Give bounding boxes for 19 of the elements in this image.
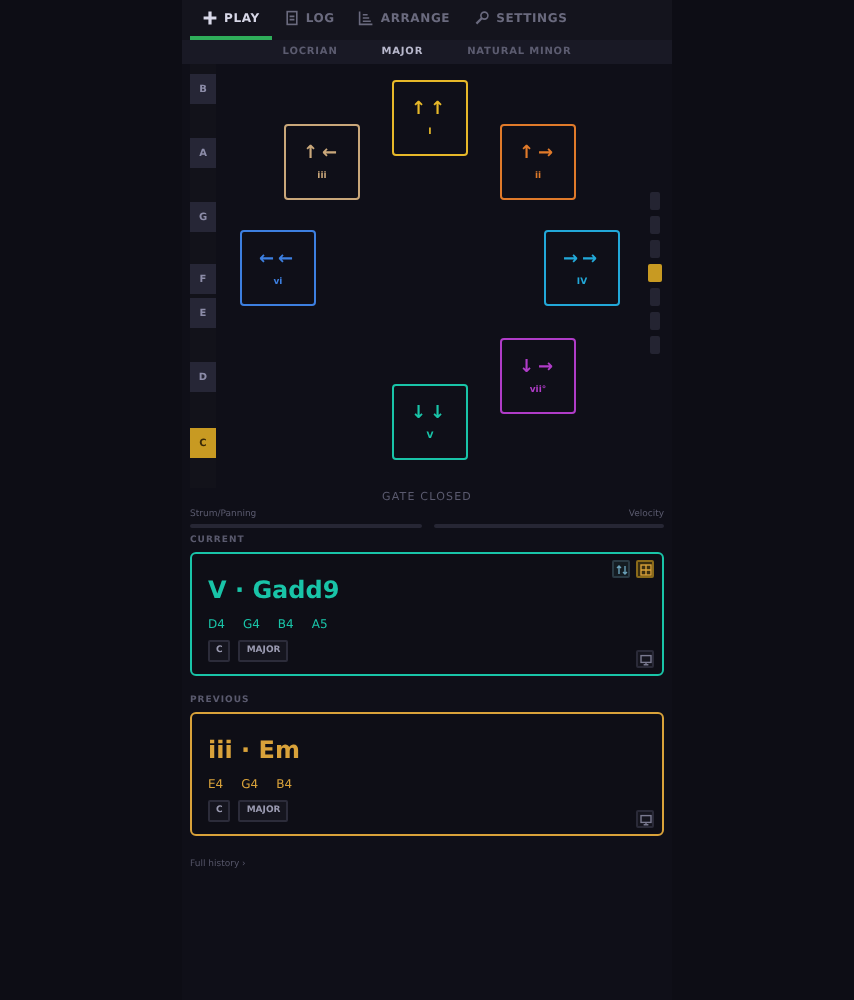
octave-segment[interactable]: [650, 192, 660, 210]
octave-segment[interactable]: [650, 336, 660, 354]
display-button[interactable]: [636, 810, 654, 828]
octave-segment[interactable]: [648, 264, 662, 282]
grid-icon: [639, 563, 651, 575]
octave-segment[interactable]: [650, 288, 660, 306]
monitor-icon: [639, 653, 651, 665]
octave-segment[interactable]: [650, 240, 660, 258]
swap-button[interactable]: [612, 560, 630, 578]
document-icon: [283, 10, 300, 26]
chord-title: iii · Em: [208, 736, 300, 764]
chord-title: V · Gadd9: [208, 576, 340, 604]
octave-segment[interactable]: [650, 312, 660, 330]
monitor-icon: [639, 813, 651, 825]
octave-segment[interactable]: [650, 216, 660, 234]
grid-button[interactable]: [636, 560, 654, 578]
swap-icon: [615, 563, 627, 575]
bars-icon: [358, 10, 375, 26]
display-button[interactable]: [636, 650, 654, 668]
